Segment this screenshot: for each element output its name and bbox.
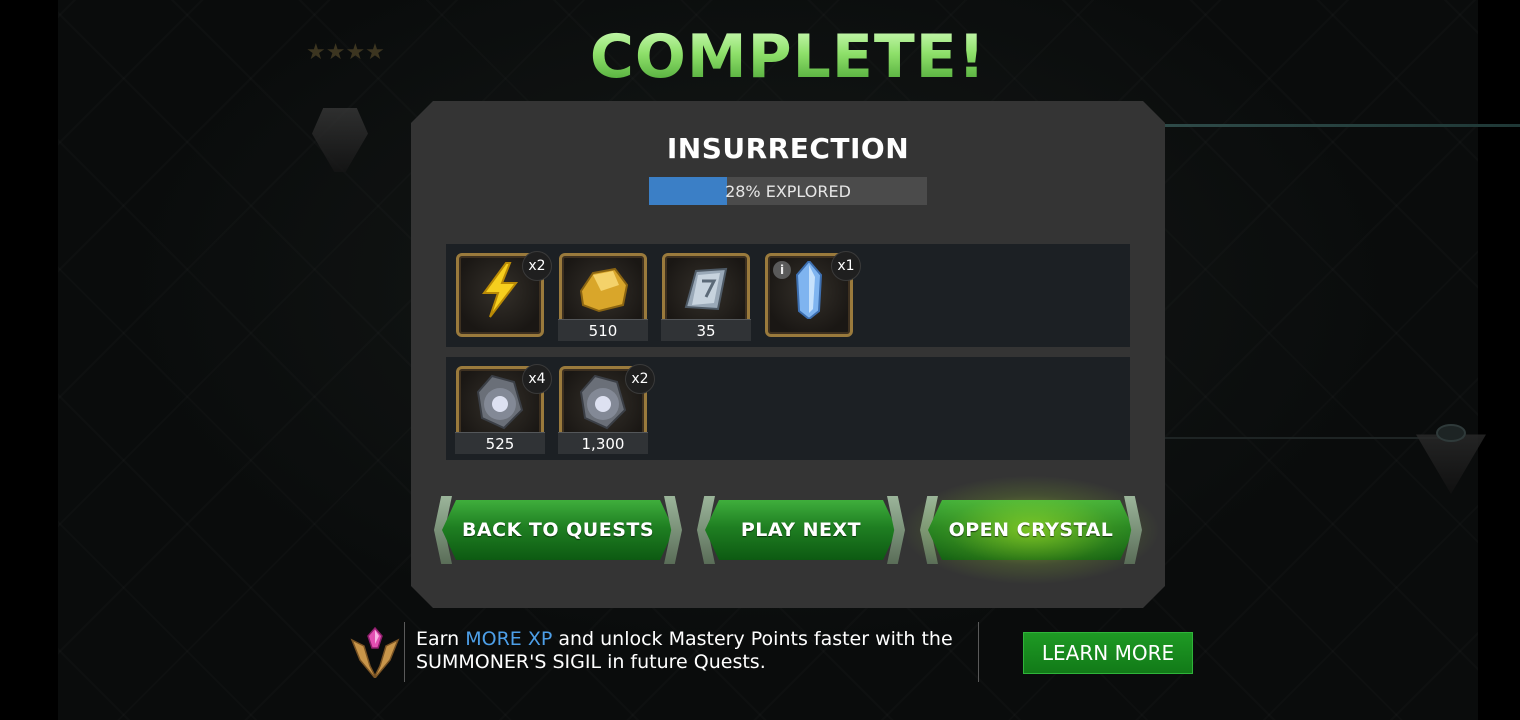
back-to-quests-button[interactable]: BACK TO QUESTS [434,496,682,564]
reward-item-energy[interactable]: x2 [456,251,552,341]
quest-name: INSURRECTION [666,132,910,165]
quantity-badge: x2 [625,364,655,394]
left-letterbox [0,0,58,720]
iso8-icon [684,267,728,311]
reward-row: x4 525 x2 1,300 [446,357,1130,460]
reward-item-iso8[interactable]: 35 [661,253,751,341]
energy-bolt-icon [482,262,519,318]
gold-icon [579,267,629,313]
open-crystal-button[interactable]: OPEN CRYSTAL [901,475,1161,585]
reward-amount: 35 [661,319,751,341]
button-label: PLAY NEXT [740,519,862,541]
map-pin-icon [1436,424,1466,442]
reward-amount: 510 [558,319,648,341]
play-next-button[interactable]: PLAY NEXT [697,496,905,564]
catalyst-shard-icon [476,374,524,430]
summoners-sigil-icon [350,626,400,678]
learn-more-button[interactable]: LEARN MORE [1023,632,1193,674]
map-stars-icon: ★★★★ [306,40,385,65]
promo-text-mid: and unlock Mastery Points faster with th… [552,628,953,650]
promo-highlight: MORE XP [465,628,553,650]
reward-row: x2 510 35 i x1 [446,244,1130,347]
reward-item-catalyst-shard[interactable]: x4 525 [455,364,552,454]
promo-text-line2: SUMMONER'S SIGIL in future Quests. [416,651,766,673]
reward-item-gold[interactable]: 510 [558,253,648,341]
reward-item-crystal[interactable]: i x1 [765,251,861,341]
button-label: BACK TO QUESTS [461,519,655,541]
reward-item-catalyst-shard[interactable]: x2 1,300 [558,364,655,454]
right-letterbox [1478,0,1520,720]
promo-divider [978,622,979,682]
reward-amount: 1,300 [558,432,648,454]
exploration-progress-bar: 28% EXPLORED [649,177,927,205]
quantity-badge: x4 [522,364,552,394]
promo-divider [404,622,405,682]
button-label: OPEN CRYSTAL [948,519,1114,541]
info-icon[interactable]: i [773,261,791,279]
map-path [1164,124,1520,127]
promo-message: Earn MORE XP and unlock Mastery Points f… [416,628,976,674]
catalyst-shard-icon [579,374,627,430]
quantity-badge: x1 [831,251,861,281]
quantity-badge: x2 [522,251,552,281]
complete-title: COMPLETE! [560,22,1016,92]
progress-label: 28% EXPLORED [725,181,851,201]
reward-amount: 525 [455,432,545,454]
promo-text-pre: Earn [416,628,466,650]
